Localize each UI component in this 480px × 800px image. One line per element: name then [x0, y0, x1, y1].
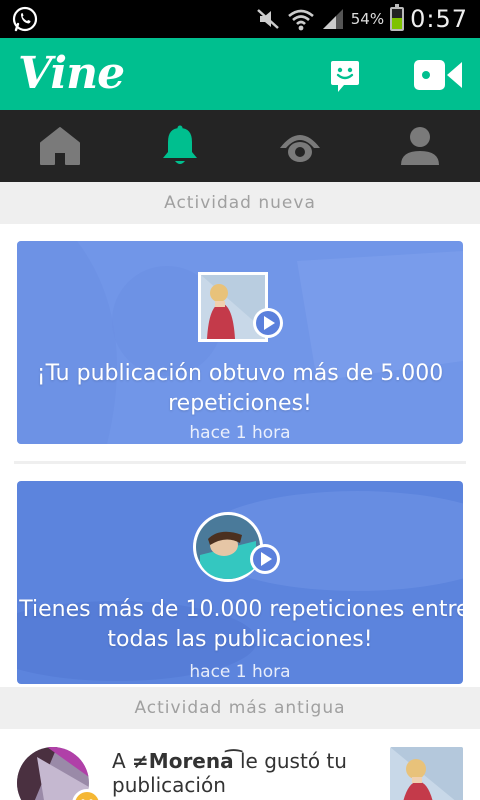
mute-icon	[256, 9, 279, 29]
clock: 0:57	[410, 5, 468, 33]
milestone-title-line2: todas las publicaciones!	[107, 627, 373, 652]
milestone-title-line1: ¡Tienes más de 10.000 repeticiones entre	[17, 597, 463, 622]
profile-thumbnail	[192, 511, 288, 583]
milestone-card[interactable]: ¡Tu publicación obtuvo más de 5.000 repe…	[17, 241, 463, 444]
activity-feed[interactable]: Actividad nueva ¡Tu publicación obtuvo m…	[0, 182, 480, 800]
section-header-new: Actividad nueva	[0, 182, 480, 224]
wifi-icon	[287, 9, 314, 31]
battery-percent: 54%	[350, 10, 385, 28]
activity-prefix: A	[112, 749, 126, 773]
tab-profile[interactable]	[360, 110, 480, 182]
messages-icon[interactable]	[330, 59, 360, 95]
eye-icon	[280, 135, 320, 162]
milestone-time: hace 1 hora	[189, 662, 291, 682]
camera-icon[interactable]	[413, 58, 463, 92]
whatsapp-icon	[12, 6, 38, 32]
vine-logo: Vine	[18, 48, 125, 99]
battery-icon	[390, 4, 405, 31]
activity-row[interactable]: A ≠Morena͡ le gustó tu publicación	[0, 737, 480, 800]
app-bar: Vine	[0, 38, 480, 110]
status-bar: 54% 0:57	[0, 0, 480, 38]
home-icon	[40, 127, 80, 165]
milestone-title-line1: ¡Tu publicación obtuvo más de 5.000	[36, 361, 444, 386]
milestone-card[interactable]: ¡Tienes más de 10.000 repeticiones entre…	[17, 481, 463, 684]
activity-line2: publicación	[112, 773, 226, 797]
post-thumbnail	[195, 271, 285, 351]
tab-bar	[0, 110, 480, 182]
activity-text: A ≠Morena͡ le gustó tu publicación	[112, 749, 372, 797]
milestone-time: hace 1 hora	[189, 423, 291, 443]
tab-explore[interactable]	[240, 110, 360, 182]
activity-user[interactable]: ≠Morena͡	[132, 749, 234, 773]
tab-home[interactable]	[0, 110, 120, 182]
post-thumbnail[interactable]	[390, 747, 463, 800]
divider	[14, 461, 466, 464]
section-header-old: Actividad más antigua	[0, 687, 480, 729]
person-icon	[401, 127, 439, 165]
bell-icon	[163, 125, 197, 164]
milestone-title-line2: repeticiones!	[168, 391, 312, 416]
signal-icon	[322, 9, 343, 29]
activity-suffix: le gustó tu	[239, 749, 347, 773]
tab-activity[interactable]	[120, 110, 240, 182]
